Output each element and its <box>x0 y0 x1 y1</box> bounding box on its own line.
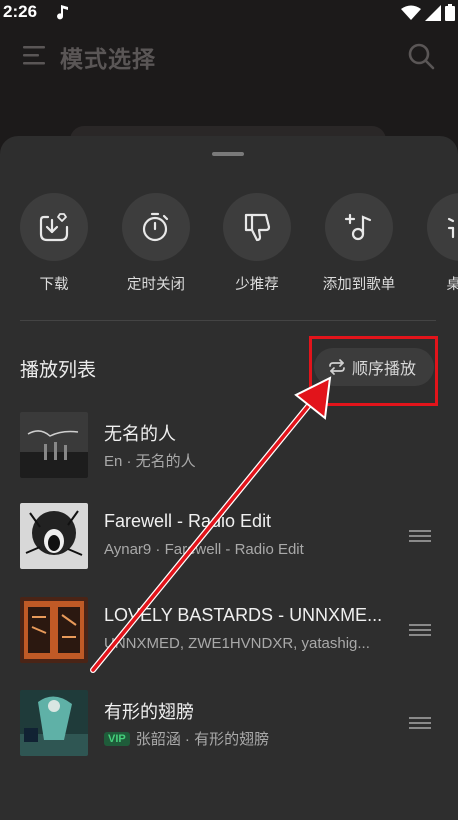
song-title: Farewell - Radio Edit <box>104 511 272 531</box>
desktop-lyrics-circle <box>427 193 458 261</box>
battery-icon <box>445 4 455 21</box>
song-row[interactable]: LOVELY BASTARDS - UNNXME... UNNXMED, ZWE… <box>20 597 440 663</box>
signal-icon <box>425 4 441 21</box>
download-button[interactable]: 下载 <box>8 193 100 294</box>
song-subtitle: Aynar9 · Farewell - Radio Edit <box>104 541 304 558</box>
album-cover <box>20 503 88 569</box>
song-subtitle: En · 无名的人 <box>104 453 196 470</box>
add-to-playlist-circle <box>325 193 393 261</box>
sleep-timer-label: 定时关闭 <box>127 277 185 293</box>
song-row[interactable]: 无名的人 En · 无名的人 <box>20 412 440 478</box>
action-row: 下载 定时关闭 少推荐 添加到歌单 桌 <box>0 193 458 303</box>
playlist-title: 播放列表 <box>20 359 97 381</box>
timer-icon <box>142 212 169 242</box>
desktop-lyrics-button[interactable]: 桌面 <box>415 193 458 294</box>
music-note-icon <box>57 5 68 20</box>
wifi-icon <box>401 5 421 20</box>
thumbs-down-circle <box>223 193 291 261</box>
status-icons <box>401 4 455 21</box>
add-to-playlist-icon <box>344 213 372 241</box>
bottom-sheet: 下载 定时关闭 少推荐 添加到歌单 桌 播放列表 顺序播放 无名的人 En · … <box>0 136 458 820</box>
highlight-box <box>309 336 438 406</box>
song-row[interactable]: Farewell - Radio Edit Aynar9 · Farewell … <box>20 503 440 569</box>
album-cover <box>20 597 88 663</box>
song-title: 无名的人 <box>104 424 176 444</box>
download-icon <box>39 213 69 242</box>
download-label: 下载 <box>39 277 69 293</box>
page-title: 模式选择 <box>60 47 156 73</box>
song-subtitle: 张韶涵 · 有形的翅膀 <box>135 731 270 748</box>
app-header: 模式选择 <box>0 26 458 86</box>
song-artist: UNNXMED, ZWE1HVNDXR, yatashig... <box>104 635 384 652</box>
song-subtitle: UNNXMED, ZWE1HVNDXR, yatashig... <box>104 635 370 652</box>
drag-handle-icon[interactable] <box>409 623 431 637</box>
add-to-playlist-button[interactable]: 添加到歌单 <box>313 193 405 294</box>
less-recommend-button[interactable]: 少推荐 <box>211 193 303 294</box>
sheet-drag-handle[interactable] <box>212 152 244 156</box>
status-time: 2:26 <box>3 2 38 21</box>
drag-handle-icon[interactable] <box>409 529 431 543</box>
menu-icon[interactable] <box>23 45 47 67</box>
album-cover <box>20 412 88 478</box>
download-circle <box>20 193 88 261</box>
less-recommend-label: 少推荐 <box>235 277 279 293</box>
drag-handle-icon[interactable] <box>409 716 431 730</box>
song-row[interactable]: 有形的翅膀 VIP 张韶涵 · 有形的翅膀 <box>20 690 440 756</box>
song-artist: Aynar9 · Farewell - Radio Edit <box>104 541 384 558</box>
timer-circle <box>122 193 190 261</box>
song-artist: VIP 张韶涵 · 有形的翅膀 <box>104 728 384 749</box>
song-title: LOVELY BASTARDS - UNNXME... <box>104 605 383 625</box>
sleep-timer-button[interactable]: 定时关闭 <box>110 193 202 294</box>
search-icon[interactable] <box>407 42 435 70</box>
status-bar: 2:26 <box>0 0 458 26</box>
thumbs-down-icon <box>244 213 271 242</box>
add-to-playlist-label: 添加到歌单 <box>322 277 396 293</box>
song-artist: En · 无名的人 <box>104 450 384 471</box>
divider <box>20 320 436 321</box>
song-title: 有形的翅膀 <box>104 702 194 722</box>
album-cover <box>20 690 88 756</box>
desktop-lyrics-label: 桌面 <box>446 277 458 293</box>
desktop-lyrics-icon <box>447 217 455 239</box>
vip-badge: VIP <box>104 731 130 746</box>
